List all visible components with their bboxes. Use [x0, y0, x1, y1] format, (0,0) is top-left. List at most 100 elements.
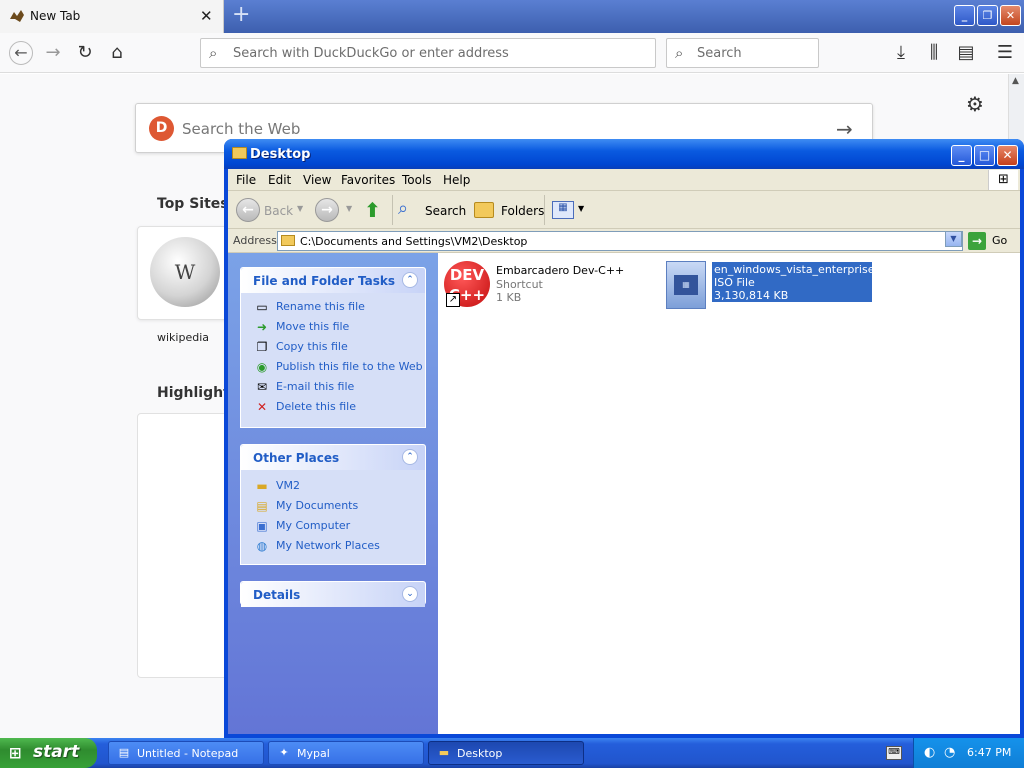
collapse-icon[interactable]: ⌃ — [402, 272, 418, 288]
place-vm2[interactable]: ▬ VM2 — [241, 476, 425, 496]
menu-help[interactable]: Help — [443, 173, 470, 187]
menu-file[interactable]: File — [236, 173, 256, 187]
arrow-right-icon[interactable]: → — [836, 117, 853, 141]
back-arrow-icon[interactable]: ← — [9, 41, 33, 65]
search-bar[interactable]: ⌕ Search — [666, 38, 819, 68]
menu-view[interactable]: View — [303, 173, 331, 187]
taskbar: ⊞ start ▤ Untitled - Notepad ✦ Mypal ▬ D… — [0, 738, 1024, 768]
place-my-computer[interactable]: ▣ My Computer — [241, 516, 425, 536]
collapse-icon[interactable]: ⌃ — [402, 449, 418, 465]
panel-header[interactable]: Details ⌄ — [241, 582, 425, 607]
file-size: 3,130,814 KB — [714, 289, 789, 302]
up-folder-icon[interactable]: ⬆ — [364, 198, 386, 222]
rename-icon: ▭ — [256, 300, 268, 314]
place-network[interactable]: ◍ My Network Places — [241, 536, 425, 556]
move-icon: ➜ — [256, 320, 268, 334]
chevron-down-icon[interactable]: ▼ — [346, 204, 352, 213]
place-my-documents[interactable]: ▤ My Documents — [241, 496, 425, 516]
reload-icon[interactable]: ↻ — [74, 42, 96, 64]
go-button[interactable]: → Go — [968, 231, 1016, 251]
file-item-selected[interactable]: ▦ en_windows_vista_enterprise... ISO Fil… — [666, 261, 885, 311]
selection-highlight: en_windows_vista_enterprise... ISO File … — [712, 262, 885, 302]
folder-icon: ▬ — [256, 479, 268, 493]
address-input[interactable]: C:\Documents and Settings\VM2\Desktop — [277, 231, 963, 251]
standard-toolbar: ← Back ▼ → ▼ ⬆ ⌕ Search Folders ▦ ▼ — [228, 191, 1020, 229]
restore-button[interactable]: ❐ — [977, 5, 998, 26]
close-tab-icon[interactable]: ✕ — [200, 7, 213, 25]
file-folder-tasks-panel: File and Folder Tasks ⌃ ▭ Rename this fil… — [240, 267, 426, 428]
address-dropdown-icon[interactable]: ▼ — [945, 231, 962, 247]
minimize-button[interactable]: _ — [951, 145, 972, 166]
tab-title: New Tab — [30, 9, 81, 23]
start-button[interactable]: ⊞ start — [0, 738, 97, 768]
top-site-tile[interactable]: W — [137, 226, 229, 320]
scroll-up-icon[interactable]: ▲ — [1012, 76, 1019, 86]
address-value: C:\Documents and Settings\VM2\Desktop — [300, 235, 528, 248]
home-icon[interactable]: ⌂ — [106, 42, 128, 64]
back-icon[interactable]: ← — [236, 198, 260, 222]
task-pane: File and Folder Tasks ⌃ ▭ Rename this fil… — [228, 253, 438, 734]
expand-icon[interactable]: ⌄ — [402, 586, 418, 602]
maximize-button[interactable]: □ — [974, 145, 995, 166]
task-label: Publish this file to the Web — [276, 360, 423, 373]
top-site-label[interactable]: wikipedia — [137, 331, 229, 344]
close-button[interactable]: ✕ — [997, 145, 1018, 166]
download-icon[interactable]: ⤓ — [890, 42, 912, 64]
window-title-bar[interactable]: Desktop _ □ ✕ — [224, 139, 1024, 169]
task-delete[interactable]: ✕ Delete this file — [241, 397, 425, 417]
task-publish[interactable]: ◉ Publish this file to the Web — [241, 357, 425, 377]
chevron-down-icon[interactable]: ▼ — [297, 204, 303, 213]
views-icon[interactable]: ▦ — [552, 201, 574, 219]
url-bar[interactable]: ⌕ Search with DuckDuckGo or enter addres… — [200, 38, 656, 68]
keyboard-icon[interactable]: ⌨ — [886, 746, 902, 760]
navigation-toolbar: ← → ↻ ⌂ ⌕ Search with DuckDuckGo or ente… — [0, 33, 1024, 73]
highlights-card — [137, 413, 237, 678]
library-icon[interactable]: ⫼ — [923, 42, 945, 64]
menu-favorites[interactable]: Favorites — [341, 173, 395, 187]
forward-icon[interactable]: → — [315, 198, 339, 222]
computer-icon: ▣ — [256, 519, 268, 533]
network-icon: ◍ — [256, 539, 268, 553]
address-label: Address — [233, 234, 277, 247]
system-tray: ◐ ◔ 6:47 PM — [913, 738, 1024, 768]
folders-icon[interactable] — [474, 202, 494, 218]
new-tab-icon[interactable]: + — [232, 4, 250, 26]
tab-new-tab[interactable]: New Tab ✕ — [0, 0, 224, 33]
taskbar-button-notepad[interactable]: ▤ Untitled - Notepad — [108, 741, 264, 765]
address-bar: Address C:\Documents and Settings\VM2\De… — [228, 229, 1020, 253]
folder-icon — [281, 235, 295, 246]
menu-tools[interactable]: Tools — [402, 173, 432, 187]
file-name: en_windows_vista_enterprise... — [714, 263, 885, 276]
taskbar-button-desktop[interactable]: ▬ Desktop — [428, 741, 584, 765]
clock[interactable]: 6:47 PM — [967, 746, 1011, 759]
other-places-panel: Other Places ⌃ ▬ VM2 ▤ My Documents ▣ My Co… — [240, 444, 426, 565]
panel-header[interactable]: File and Folder Tasks ⌃ — [241, 268, 425, 293]
forward-arrow-icon[interactable]: → — [42, 42, 64, 64]
taskbar-button-label: Untitled - Notepad — [137, 747, 239, 760]
task-rename[interactable]: ▭ Rename this file — [241, 297, 425, 317]
volume-icon[interactable]: ◔ — [944, 745, 955, 760]
close-button[interactable]: ✕ — [1000, 5, 1021, 26]
gear-icon[interactable]: ⚙ — [966, 92, 984, 116]
network-icon[interactable]: ◐ — [924, 745, 935, 760]
minimize-button[interactable]: _ — [954, 5, 975, 26]
task-move[interactable]: ➜ Move this file — [241, 317, 425, 337]
search-icon: ⌕ — [675, 44, 684, 62]
url-placeholder: Search with DuckDuckGo or enter address — [233, 46, 509, 61]
search-button-label[interactable]: Search — [425, 204, 466, 218]
menu-edit[interactable]: Edit — [268, 173, 291, 187]
search-icon[interactable]: ⌕ — [398, 198, 408, 219]
back-button-label[interactable]: Back — [264, 204, 293, 218]
file-type: ISO File — [714, 276, 755, 289]
task-copy[interactable]: ❐ Copy this file — [241, 337, 425, 357]
sidebar-icon[interactable]: ▤ — [955, 42, 977, 64]
task-email[interactable]: ✉ E-mail this file — [241, 377, 425, 397]
panel-header[interactable]: Other Places ⌃ — [241, 445, 425, 470]
mypal-icon: ✦ — [279, 746, 289, 759]
taskbar-button-mypal[interactable]: ✦ Mypal — [268, 741, 424, 765]
folders-button-label[interactable]: Folders — [501, 204, 544, 218]
hamburger-menu-icon[interactable]: ☰ — [994, 42, 1016, 64]
file-item[interactable]: DEV C++ ↗ Embarcadero Dev-C++ Shortcut 1… — [444, 261, 644, 311]
chevron-down-icon[interactable]: ▼ — [578, 204, 584, 213]
email-icon: ✉ — [256, 380, 268, 394]
